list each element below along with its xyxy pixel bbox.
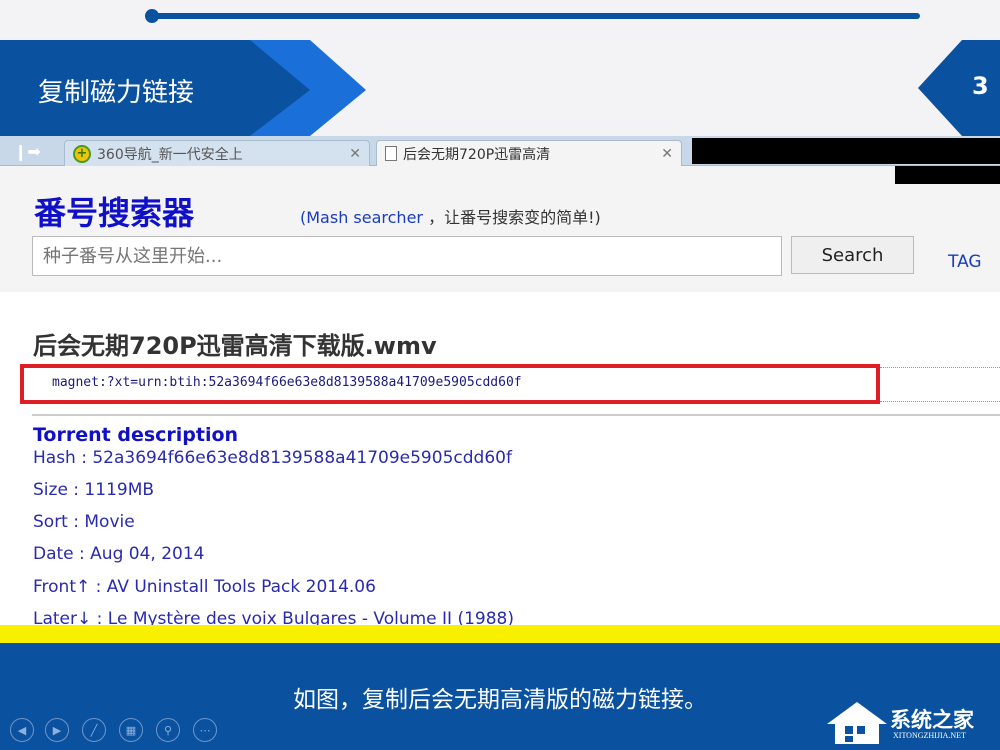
close-icon[interactable]: ✕	[349, 146, 361, 162]
front-link[interactable]: Front↑ : AV Uninstall Tools Pack 2014.06	[33, 577, 376, 597]
subtitle-en: (Mash searcher	[300, 208, 423, 227]
tab-bar: ❙➡ + 360导航_新一代安全上 ✕ 后会无期720P迅雷高清 ✕	[0, 136, 1000, 166]
date-row[interactable]: Date : Aug 04, 2014	[33, 544, 204, 564]
close-icon[interactable]: ✕	[661, 146, 673, 162]
more-icon[interactable]: ⋯	[193, 718, 217, 742]
sort-row: Sort : Movie	[33, 512, 135, 532]
watermark-text: 系统之家	[890, 708, 974, 732]
slide-title: 复制磁力链接	[38, 77, 195, 107]
tab-torrent-page[interactable]: 后会无期720P迅雷高清 ✕	[376, 140, 682, 166]
browser-screenshot: ❙➡ + 360导航_新一代安全上 ✕ 后会无期720P迅雷高清 ✕ 番号搜索器…	[0, 136, 1000, 626]
tag-link[interactable]: TAG	[948, 252, 982, 272]
divider	[880, 367, 1000, 368]
slides-icon[interactable]: ▦	[119, 718, 143, 742]
progress-dot	[145, 9, 159, 23]
360-logo-icon: +	[73, 144, 91, 163]
torrent-content: 后会无期720P迅雷高清下载版.wmv magnet:?xt=urn:btih:…	[0, 292, 1000, 626]
highlight-strip	[0, 625, 1000, 643]
size-row: Size : 1119MB	[33, 480, 155, 500]
search-input[interactable]	[32, 236, 782, 276]
divider	[32, 414, 1000, 416]
page-number: 3	[972, 72, 989, 100]
pen-icon[interactable]: ╱	[82, 718, 106, 742]
sidebar-toggle-icon[interactable]: ❙➡	[14, 142, 41, 161]
zoom-icon[interactable]: ⚲	[156, 718, 180, 742]
site-subtitle: (Mash searcher ，让番号搜索变的简单!)	[300, 204, 601, 228]
subtitle-cn: ，让番号搜索变的简单!)	[428, 208, 601, 227]
previous-icon[interactable]: ◀	[10, 718, 34, 742]
tab-360-nav[interactable]: + 360导航_新一代安全上 ✕	[64, 140, 370, 166]
document-icon	[385, 146, 397, 161]
later-link[interactable]: Later↓ : Le Mystère des voix Bulgares - …	[33, 609, 514, 626]
redaction	[895, 166, 1000, 184]
file-title: 后会无期720P迅雷高清下载版.wmv	[33, 332, 437, 360]
tab-title: 360导航_新一代安全上	[97, 146, 243, 163]
progress-track	[152, 13, 920, 19]
next-icon[interactable]: ▶	[45, 718, 69, 742]
search-button[interactable]: Search	[791, 236, 914, 274]
tab-title: 后会无期720P迅雷高清	[403, 146, 551, 163]
magnet-link[interactable]: magnet:?xt=urn:btih:52a3694f66e63e8d8139…	[20, 364, 880, 404]
hash-row: Hash : 52a3694f66e63e8d8139588a41709e590…	[33, 448, 512, 468]
watermark-url: XITONGZHIJIA.NET	[893, 731, 966, 740]
site-logo[interactable]: 番号搜索器	[34, 188, 194, 234]
watermark-house-icon	[827, 702, 887, 744]
divider	[880, 401, 1000, 402]
redaction	[692, 138, 1000, 164]
description-heading: Torrent description	[33, 424, 239, 446]
